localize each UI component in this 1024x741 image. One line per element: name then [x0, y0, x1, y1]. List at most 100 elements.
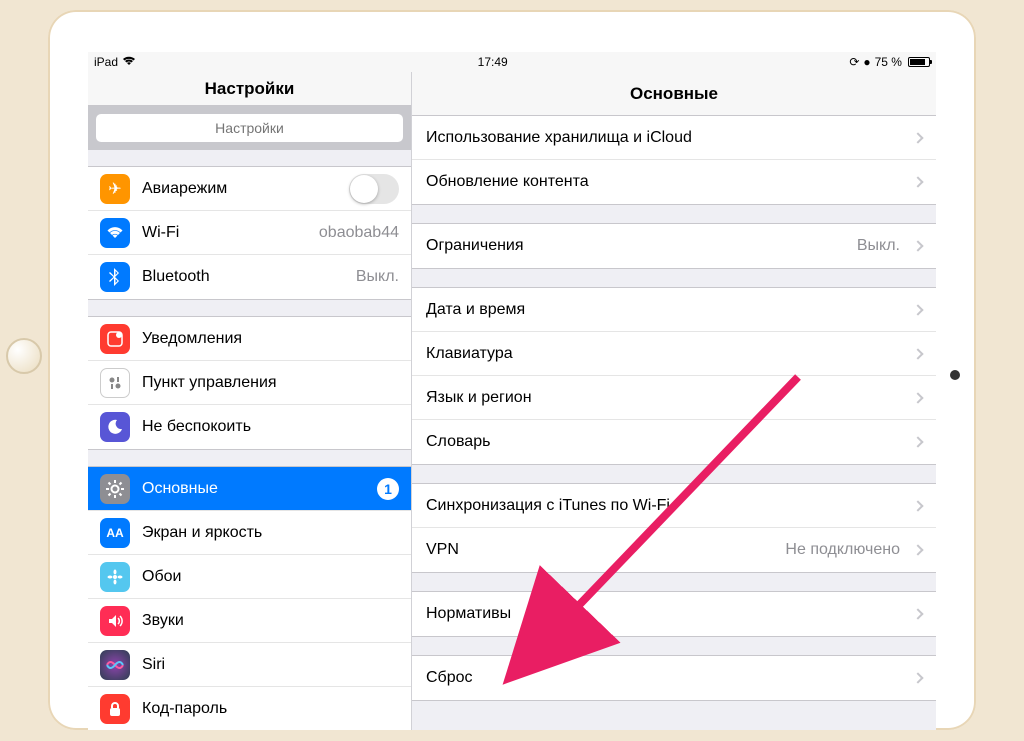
- detail-item-keyboard[interactable]: Клавиатура: [412, 332, 936, 376]
- search-input[interactable]: [96, 114, 403, 142]
- sidebar-title: Настройки: [205, 79, 295, 99]
- sidebar-item-notifications[interactable]: Уведомления: [88, 317, 411, 361]
- sidebar-item-sounds[interactable]: Звуки: [88, 599, 411, 643]
- device-label: iPad: [94, 55, 118, 69]
- sidebar-item-wifi[interactable]: Wi-Fi obaobab44: [88, 211, 411, 255]
- airplane-icon: ✈︎: [100, 174, 130, 204]
- airplane-toggle[interactable]: [349, 174, 399, 204]
- detail-pane: Основные Использование хранилища и iClou…: [412, 72, 936, 730]
- detail-item-label: Словарь: [426, 433, 908, 451]
- battery-icon: [908, 57, 930, 67]
- detail-item-value: Выкл.: [857, 237, 900, 255]
- chevron-right-icon: [912, 176, 923, 187]
- sidebar-item-airplane[interactable]: ✈︎ Авиарежим: [88, 167, 411, 211]
- detail-title: Основные: [630, 84, 718, 104]
- ipad-frame: iPad 17:49 ⟳ ● 75 % Настройки: [48, 10, 976, 730]
- sidebar-item-label: Код-пароль: [142, 700, 411, 718]
- chevron-right-icon: [912, 436, 923, 447]
- detail-item-reset[interactable]: Сброс: [412, 656, 936, 700]
- gear-icon: [100, 474, 130, 504]
- wifi-icon: [122, 55, 136, 69]
- detail-item-datetime[interactable]: Дата и время: [412, 288, 936, 332]
- detail-item-label: Нормативы: [426, 605, 908, 623]
- detail-item-label: Использование хранилища и iCloud: [426, 129, 908, 147]
- sidebar-item-label: Обои: [142, 568, 411, 586]
- detail-group-reset: Сброс: [412, 655, 936, 701]
- sidebar-item-general[interactable]: Основные 1: [88, 467, 411, 511]
- detail-item-dictionary[interactable]: Словарь: [412, 420, 936, 464]
- clock: 17:49: [478, 55, 508, 69]
- general-badge: 1: [377, 478, 399, 500]
- sidebar-item-label: Экран и яркость: [142, 524, 411, 542]
- detail-item-label: Язык и регион: [426, 389, 908, 407]
- bluetooth-icon: [100, 262, 130, 292]
- sidebar-group-alerts: Уведомления Пункт управления Не беспокои…: [88, 316, 411, 450]
- detail-item-restrictions[interactable]: Ограничения Выкл.: [412, 224, 936, 268]
- alarm-icon: ●: [863, 55, 870, 69]
- lock-icon: [100, 694, 130, 724]
- detail-item-label: Синхронизация с iTunes по Wi-Fi: [426, 497, 908, 515]
- sidebar-item-label: Уведомления: [142, 330, 411, 348]
- battery-pct: 75 %: [875, 55, 902, 69]
- chevron-right-icon: [912, 304, 923, 315]
- detail-group-sync: Синхронизация с iTunes по Wi-Fi VPN Не п…: [412, 483, 936, 573]
- sidebar-item-label: Bluetooth: [142, 268, 356, 286]
- wallpaper-icon: [100, 562, 130, 592]
- bluetooth-value: Выкл.: [356, 268, 399, 286]
- sidebar-group-connectivity: ✈︎ Авиарежим Wi-Fi obaobab44: [88, 166, 411, 300]
- sidebar-group-main: Основные 1 AA Экран и яркость Обои: [88, 466, 411, 730]
- settings-sidebar: Настройки ✈︎ Авиарежим: [88, 72, 412, 730]
- screen: iPad 17:49 ⟳ ● 75 % Настройки: [88, 52, 936, 730]
- sidebar-item-label: Звуки: [142, 612, 411, 630]
- speaker-icon: [100, 606, 130, 636]
- detail-group-restrictions: Ограничения Выкл.: [412, 223, 936, 269]
- chevron-right-icon: [912, 608, 923, 619]
- display-icon: AA: [100, 518, 130, 548]
- sidebar-item-label: Siri: [142, 656, 411, 674]
- detail-item-label: Обновление контента: [426, 173, 908, 191]
- chevron-right-icon: [912, 392, 923, 403]
- orientation-lock-icon: ⟳: [849, 55, 859, 69]
- detail-item-value: Не подключено: [785, 541, 900, 559]
- chevron-right-icon: [912, 240, 923, 251]
- detail-item-label: VPN: [426, 541, 785, 559]
- sidebar-item-label: Основные: [142, 480, 377, 498]
- sidebar-item-passcode[interactable]: Код-пароль: [88, 687, 411, 730]
- sidebar-item-label: Пункт управления: [142, 374, 411, 392]
- detail-item-itunes-sync[interactable]: Синхронизация с iTunes по Wi-Fi: [412, 484, 936, 528]
- status-bar: iPad 17:49 ⟳ ● 75 %: [88, 52, 936, 72]
- sidebar-item-label: Wi-Fi: [142, 224, 319, 242]
- siri-icon: [100, 650, 130, 680]
- detail-item-storage[interactable]: Использование хранилища и iCloud: [412, 116, 936, 160]
- sidebar-item-siri[interactable]: Siri: [88, 643, 411, 687]
- detail-item-regulatory[interactable]: Нормативы: [412, 592, 936, 636]
- detail-item-label: Ограничения: [426, 237, 857, 255]
- sidebar-item-label: Не беспокоить: [142, 418, 411, 436]
- sidebar-header: Настройки: [88, 72, 411, 106]
- detail-header: Основные: [412, 72, 936, 116]
- sidebar-item-bluetooth[interactable]: Bluetooth Выкл.: [88, 255, 411, 299]
- detail-item-label: Клавиатура: [426, 345, 908, 363]
- detail-group-locale: Дата и время Клавиатура Язык и регион: [412, 287, 936, 465]
- sidebar-item-dnd[interactable]: Не беспокоить: [88, 405, 411, 449]
- camera: [950, 370, 960, 380]
- search-wrap: [88, 106, 411, 150]
- sidebar-item-control-center[interactable]: Пункт управления: [88, 361, 411, 405]
- detail-item-vpn[interactable]: VPN Не подключено: [412, 528, 936, 572]
- chevron-right-icon: [912, 348, 923, 359]
- chevron-right-icon: [912, 132, 923, 143]
- detail-item-language[interactable]: Язык и регион: [412, 376, 936, 420]
- detail-item-label: Сброс: [426, 669, 908, 687]
- detail-body[interactable]: Использование хранилища и iCloud Обновле…: [412, 116, 936, 701]
- sidebar-item-label: Авиарежим: [142, 180, 349, 198]
- chevron-right-icon: [912, 544, 923, 555]
- detail-item-refresh[interactable]: Обновление контента: [412, 160, 936, 204]
- chevron-right-icon: [912, 672, 923, 683]
- sidebar-item-wallpaper[interactable]: Обои: [88, 555, 411, 599]
- chevron-right-icon: [912, 500, 923, 511]
- notifications-icon: [100, 324, 130, 354]
- control-center-icon: [100, 368, 130, 398]
- home-button[interactable]: [6, 338, 42, 374]
- detail-item-label: Дата и время: [426, 301, 908, 319]
- sidebar-item-display[interactable]: AA Экран и яркость: [88, 511, 411, 555]
